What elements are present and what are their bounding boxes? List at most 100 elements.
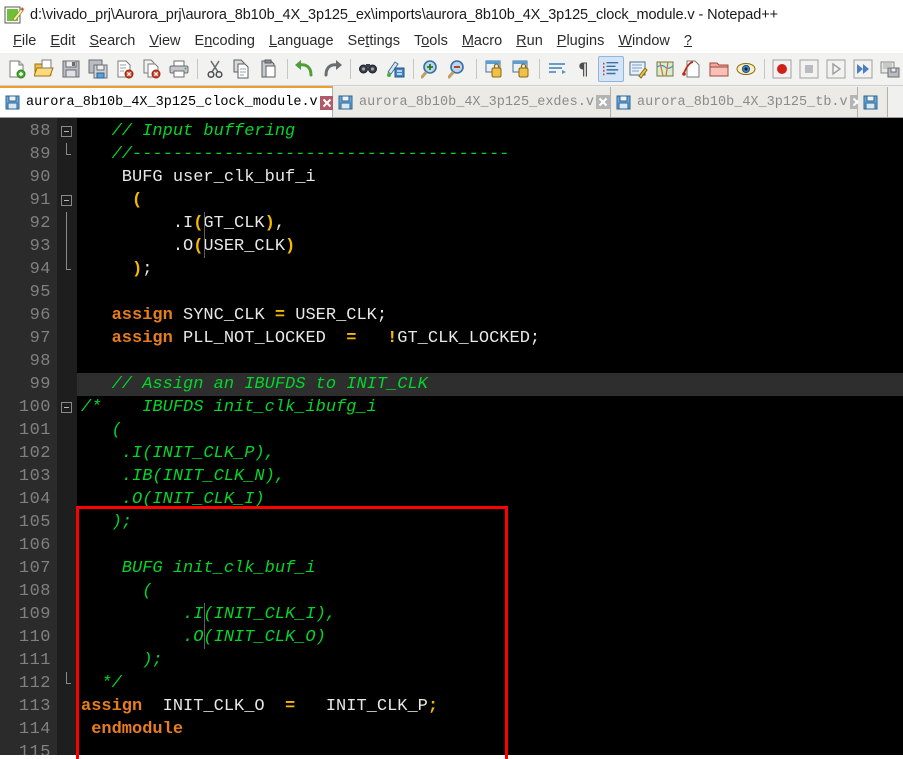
print-icon[interactable] [166,56,192,82]
code-line[interactable]: .I(INIT_CLK_I), [77,603,903,626]
fold-marker[interactable] [57,281,77,304]
code-line[interactable]: ( [77,580,903,603]
menu-tools[interactable]: Tools [407,33,455,49]
fold-marker[interactable] [57,189,77,212]
code-text-area[interactable]: // Input buffering //-------------------… [77,118,903,759]
fold-marker[interactable] [57,143,77,166]
fold-marker[interactable] [57,373,77,396]
fold-marker[interactable] [57,649,77,672]
fold-marker[interactable] [57,350,77,373]
fold-collapse-icon[interactable] [61,195,72,206]
fold-marker[interactable] [57,166,77,189]
fold-marker[interactable] [57,488,77,511]
cut-icon[interactable] [202,56,228,82]
show-all-characters-icon[interactable]: ¶ [571,56,597,82]
macro-stop-icon[interactable] [796,56,822,82]
menu-plugins[interactable]: Plugins [550,33,612,49]
menu-window[interactable]: Window [611,33,677,49]
close-file-icon[interactable] [112,56,138,82]
fold-marker[interactable] [57,718,77,741]
menu-file[interactable]: File [6,33,43,49]
fold-marker[interactable] [57,212,77,235]
fold-marker[interactable] [57,465,77,488]
folder-as-workspace-icon[interactable] [706,56,732,82]
menu-search[interactable]: Search [82,33,142,49]
function-list-icon[interactable] [679,56,705,82]
redo-icon[interactable] [319,56,345,82]
code-line[interactable]: assign SYNC_CLK = USER_CLK; [77,304,903,327]
code-line[interactable] [77,534,903,557]
macro-run-multiple-icon[interactable] [850,56,876,82]
save-all-icon[interactable] [85,56,111,82]
paste-icon[interactable] [256,56,282,82]
menu-macro[interactable]: Macro [455,33,509,49]
find-icon[interactable] [355,56,381,82]
sync-vertical-scroll-icon[interactable] [481,56,507,82]
fold-marker[interactable] [57,534,77,557]
fold-marker[interactable] [57,580,77,603]
code-line[interactable]: //------------------------------------- [77,143,903,166]
word-wrap-icon[interactable] [544,56,570,82]
fold-marker[interactable] [57,258,77,281]
code-line[interactable]: BUFG init_clk_buf_i [77,557,903,580]
fold-marker[interactable] [57,419,77,442]
code-line[interactable]: .I(INIT_CLK_P), [77,442,903,465]
code-line[interactable]: .O(INIT_CLK_I) [77,488,903,511]
tab-aurora-tb[interactable]: aurora_8b10b_4X_3p125_tb.v [611,87,865,117]
monitoring-icon[interactable] [733,56,759,82]
code-line[interactable]: // Input buffering [77,120,903,143]
new-file-icon[interactable] [4,56,30,82]
code-line[interactable]: .O(USER_CLK) [77,235,903,258]
copy-icon[interactable] [229,56,255,82]
menu-edit[interactable]: Edit [43,33,82,49]
code-line[interactable]: BUFG user_clk_buf_i [77,166,903,189]
menu-view[interactable]: View [142,33,187,49]
fold-marker[interactable] [57,304,77,327]
macro-play-icon[interactable] [823,56,849,82]
code-line[interactable]: ( [77,189,903,212]
tab-partial-next[interactable] [858,87,888,117]
fold-marker[interactable] [57,235,77,258]
tab-aurora-exdes[interactable]: aurora_8b10b_4X_3p125_exdes.v [333,87,611,117]
code-line[interactable]: */ [77,672,903,695]
user-defined-language-icon[interactable] [625,56,651,82]
fold-marker[interactable] [57,603,77,626]
code-line[interactable]: endmodule [77,718,903,741]
menu-language[interactable]: Language [262,33,341,49]
tab-aurora-clock-module[interactable]: aurora_8b10b_4X_3p125_clock_module.v [0,86,335,117]
code-line[interactable]: ); [77,258,903,281]
menu-run[interactable]: Run [509,33,550,49]
zoom-in-icon[interactable] [418,56,444,82]
code-line[interactable]: assign PLL_NOT_LOCKED = !GT_CLK_LOCKED; [77,327,903,350]
code-editor[interactable]: 88 89 90 91 92 93 94 95 96 97 98 99 100 101 102 103 104 1… [0,118,903,759]
code-line[interactable]: /* IBUFDS init_clk_ibufg_i [77,396,903,419]
code-line[interactable] [77,281,903,304]
fold-marker[interactable] [57,442,77,465]
code-line[interactable]: .IB(INIT_CLK_N), [77,465,903,488]
fold-marker[interactable] [57,120,77,143]
zoom-out-icon[interactable] [445,56,471,82]
close-all-files-icon[interactable] [139,56,165,82]
menu-settings[interactable]: Settings [341,33,407,49]
code-line[interactable]: // Assign an IBUFDS to INIT_CLK [77,373,903,396]
close-icon[interactable] [596,95,611,110]
code-line[interactable]: assign INIT_CLK_O = INIT_CLK_P; [77,695,903,718]
document-map-icon[interactable] [652,56,678,82]
save-icon[interactable] [58,56,84,82]
code-line[interactable] [77,350,903,373]
undo-icon[interactable] [292,56,318,82]
fold-collapse-icon[interactable] [61,402,72,413]
code-line[interactable]: ); [77,649,903,672]
fold-marker[interactable] [57,327,77,350]
sync-horizontal-scroll-icon[interactable] [508,56,534,82]
show-indent-guide-icon[interactable] [598,56,624,82]
fold-marker[interactable] [57,672,77,695]
menu-help[interactable]: ? [677,33,699,49]
code-line[interactable]: ); [77,511,903,534]
code-line[interactable]: .O(INIT_CLK_O) [77,626,903,649]
macro-save-icon[interactable] [877,56,903,82]
fold-marker[interactable] [57,557,77,580]
open-file-icon[interactable] [31,56,57,82]
replace-icon[interactable] [382,56,408,82]
fold-marker[interactable] [57,695,77,718]
